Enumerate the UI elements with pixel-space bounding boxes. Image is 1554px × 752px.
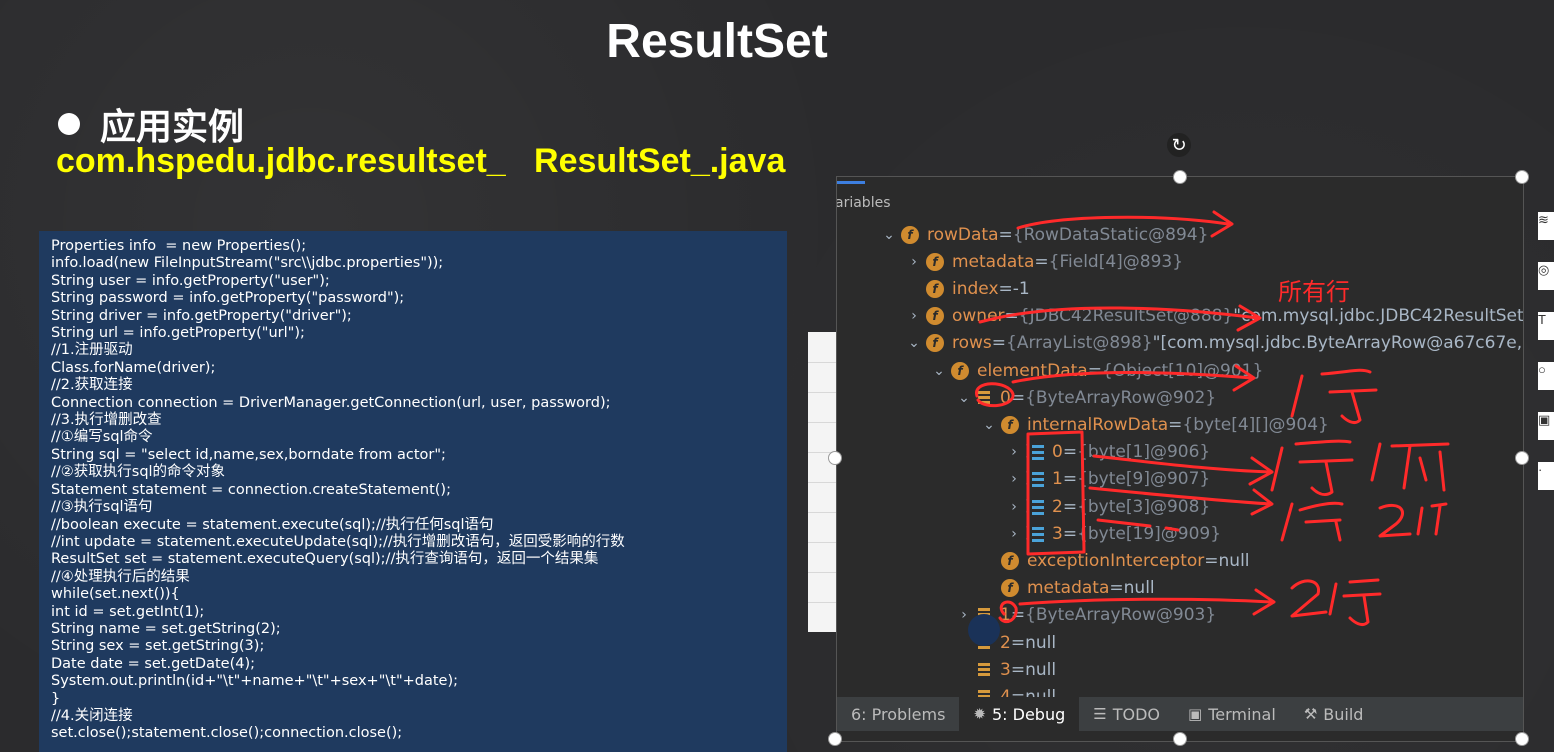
annotation-all-rows: 所有行 xyxy=(1278,278,1350,306)
handwriting-annotations xyxy=(975,210,1450,626)
mouse-cursor-icon xyxy=(968,614,1000,646)
